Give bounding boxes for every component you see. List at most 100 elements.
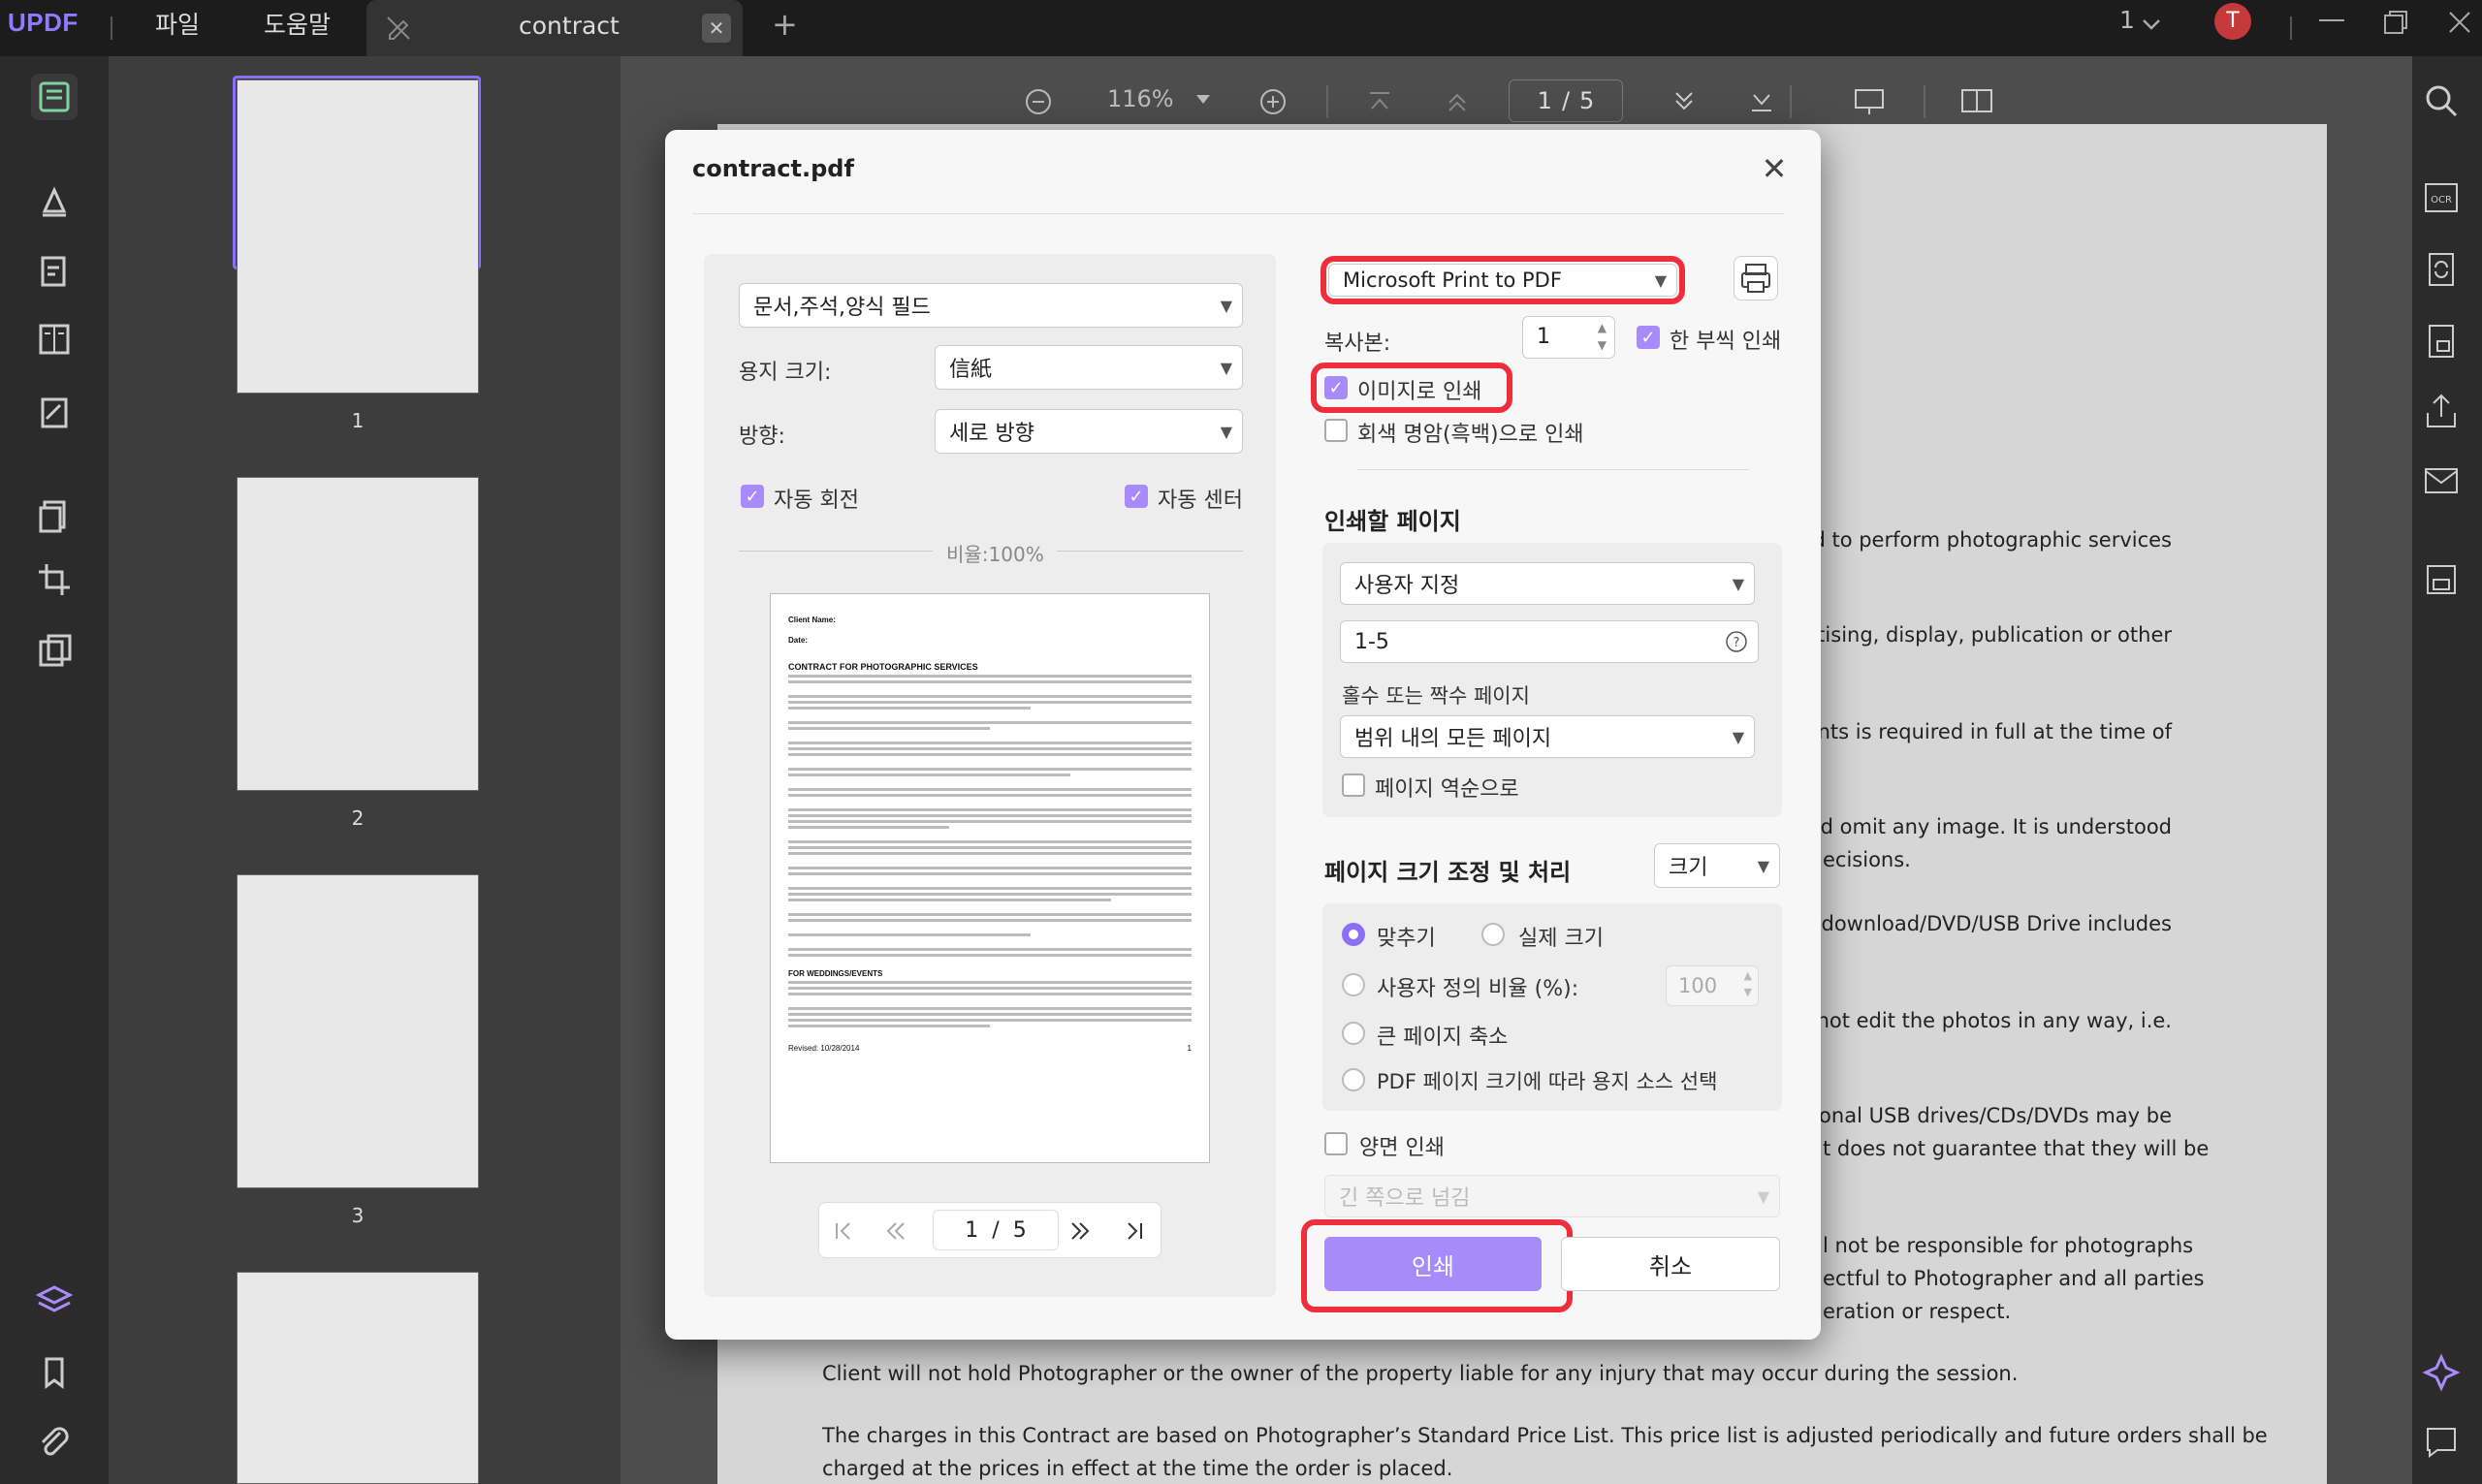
last-page-icon[interactable]	[1749, 89, 1774, 114]
collate-checkbox[interactable]	[1637, 326, 1660, 349]
divider	[692, 213, 1784, 214]
close-window-icon[interactable]	[2447, 10, 2472, 35]
crop-icon[interactable]	[31, 556, 78, 603]
last-page-icon[interactable]	[1123, 1219, 1146, 1243]
bookmark-icon[interactable]	[31, 1349, 78, 1396]
preview-heading: CONTRACT FOR PHOTOGRAPHIC SERVICES	[788, 662, 978, 672]
dialog-close-icon[interactable]: ✕	[1757, 151, 1792, 186]
thumbnail-page-1[interactable]	[237, 79, 479, 394]
email-icon[interactable]	[2420, 459, 2463, 502]
custom-scale-radio[interactable]	[1342, 973, 1365, 996]
page-navigator[interactable]: 1 / 5	[1509, 79, 1623, 122]
duplex-flip-select[interactable]: 긴 쪽으로 넘김 ▼	[1324, 1175, 1780, 1217]
paper-size-select[interactable]: 信紙 ▼	[935, 345, 1243, 390]
search-icon[interactable]	[2420, 79, 2463, 122]
content-select[interactable]: 문서,주석,양식 필드 ▼	[739, 283, 1243, 328]
comment-icon[interactable]	[2420, 1421, 2463, 1464]
preview-page-navigator[interactable]: 1 / 5	[933, 1210, 1059, 1250]
printer-properties-icon[interactable]	[1734, 256, 1778, 300]
odd-even-select[interactable]: 범위 내의 모든 페이지 ▼	[1340, 715, 1755, 758]
page-layout-icon[interactable]	[1960, 87, 1993, 114]
prev-page-icon[interactable]	[884, 1219, 907, 1243]
thumbnail-page-4[interactable]	[237, 1272, 479, 1484]
user-avatar[interactable]: T	[2214, 3, 2251, 40]
page-range-input[interactable]: 1-5 ?	[1340, 620, 1759, 663]
duplex-checkbox[interactable]	[1324, 1132, 1348, 1155]
preview-current-page[interactable]: 1	[965, 1218, 978, 1243]
stepper-up-icon[interactable]: ▲	[1598, 321, 1607, 334]
custom-scale-label: 사용자 정의 비율 (%):	[1377, 977, 1579, 1001]
divider	[111, 16, 112, 40]
thumbnail-page-2[interactable]	[237, 477, 479, 791]
pdf-paper-source-radio[interactable]	[1342, 1068, 1365, 1091]
highlighter-icon[interactable]	[31, 178, 78, 225]
copies-input[interactable]: 1 ▲ ▼	[1522, 316, 1615, 359]
minimize-icon[interactable]	[2319, 19, 2344, 23]
sizing-mode-select[interactable]: 크기 ▼	[1654, 843, 1780, 888]
shrink-large-radio[interactable]	[1342, 1022, 1365, 1045]
duplex-label: 양면 인쇄	[1359, 1136, 1445, 1160]
fit-label: 맞추기	[1377, 927, 1436, 951]
save-icon[interactable]	[2420, 558, 2463, 601]
layers-icon[interactable]	[31, 1278, 78, 1324]
first-page-icon[interactable]	[1367, 89, 1392, 114]
doc-line: ecisions.	[1823, 848, 1911, 871]
auto-center-checkbox[interactable]	[1125, 485, 1148, 508]
presentation-icon[interactable]	[1854, 87, 1885, 116]
print-as-image-checkbox[interactable]	[1324, 376, 1348, 399]
next-page-icon[interactable]	[1068, 1219, 1092, 1243]
fill-sign-icon[interactable]	[31, 390, 78, 436]
zoom-level[interactable]: 116%	[1107, 85, 1174, 112]
share-icon[interactable]	[2420, 390, 2463, 432]
ocr-icon[interactable]: OCR	[2420, 176, 2463, 219]
grayscale-checkbox[interactable]	[1324, 419, 1348, 442]
print-button[interactable]: 인쇄	[1324, 1237, 1542, 1291]
pages-mode-select[interactable]: 사용자 지정 ▼	[1340, 562, 1755, 605]
zoom-dropdown-icon[interactable]	[1196, 95, 1210, 105]
doc-line: eration or respect.	[1823, 1300, 2012, 1323]
auto-rotate-label: 자동 회전	[774, 489, 859, 513]
first-page-icon[interactable]	[832, 1219, 855, 1243]
current-page[interactable]: 1	[1538, 87, 1552, 114]
auto-rotate-checkbox[interactable]	[741, 485, 764, 508]
prev-page-icon[interactable]	[1445, 89, 1470, 114]
menu-file[interactable]: 파일	[155, 6, 200, 41]
dropdown-arrow-icon: ▼	[1654, 270, 1667, 290]
reader-icon[interactable]	[31, 74, 78, 120]
protect-icon[interactable]	[31, 628, 78, 675]
tab-close-icon[interactable]: ✕	[702, 14, 731, 43]
form-icon[interactable]	[31, 316, 78, 363]
stepper-down-icon[interactable]: ▼	[1598, 338, 1607, 352]
fit-radio[interactable]	[1342, 923, 1365, 946]
organize-pages-icon[interactable]	[31, 492, 78, 539]
cancel-button[interactable]: 취소	[1561, 1237, 1780, 1291]
attachment-icon[interactable]	[31, 1419, 78, 1466]
protect-doc-icon[interactable]	[2420, 320, 2463, 363]
chevron-down-icon[interactable]	[2141, 14, 2162, 35]
custom-scale-input[interactable]: 100 ▲ ▼	[1666, 965, 1759, 1006]
ai-assistant-icon[interactable]	[2420, 1351, 2463, 1394]
copies-label: 복사본:	[1324, 332, 1391, 356]
custom-scale-value: 100	[1678, 974, 1718, 997]
thumbnail-page-3[interactable]	[237, 874, 479, 1188]
doc-paragraph: The charges in this Contract are based o…	[822, 1424, 2268, 1447]
orientation-select[interactable]: 세로 방향 ▼	[935, 409, 1243, 454]
reverse-checkbox[interactable]	[1342, 774, 1365, 797]
convert-icon[interactable]	[2420, 248, 2463, 291]
menu-help[interactable]: 도움말	[264, 6, 331, 41]
edit-pdf-icon[interactable]	[31, 248, 78, 295]
printer-select[interactable]: Microsoft Print to PDF ▼	[1328, 264, 1677, 297]
dropdown-arrow-icon: ▼	[1757, 1186, 1769, 1206]
stepper-down-icon[interactable]: ▼	[1744, 986, 1752, 998]
actual-size-radio[interactable]	[1481, 923, 1505, 946]
help-icon[interactable]: ?	[1725, 630, 1748, 653]
doc-line: vertising, display, publication or other	[1784, 623, 2172, 647]
duplex-flip-value: 긴 쪽으로 넘김	[1339, 1186, 1471, 1211]
zoom-in-icon[interactable]	[1258, 87, 1288, 116]
add-tab-icon[interactable]: +	[772, 6, 798, 43]
next-page-icon[interactable]	[1671, 89, 1697, 114]
stepper-up-icon[interactable]: ▲	[1744, 969, 1752, 982]
zoom-out-icon[interactable]	[1024, 87, 1053, 116]
restore-icon[interactable]	[2383, 10, 2408, 35]
window-page-indicator[interactable]: 1	[2119, 6, 2135, 34]
